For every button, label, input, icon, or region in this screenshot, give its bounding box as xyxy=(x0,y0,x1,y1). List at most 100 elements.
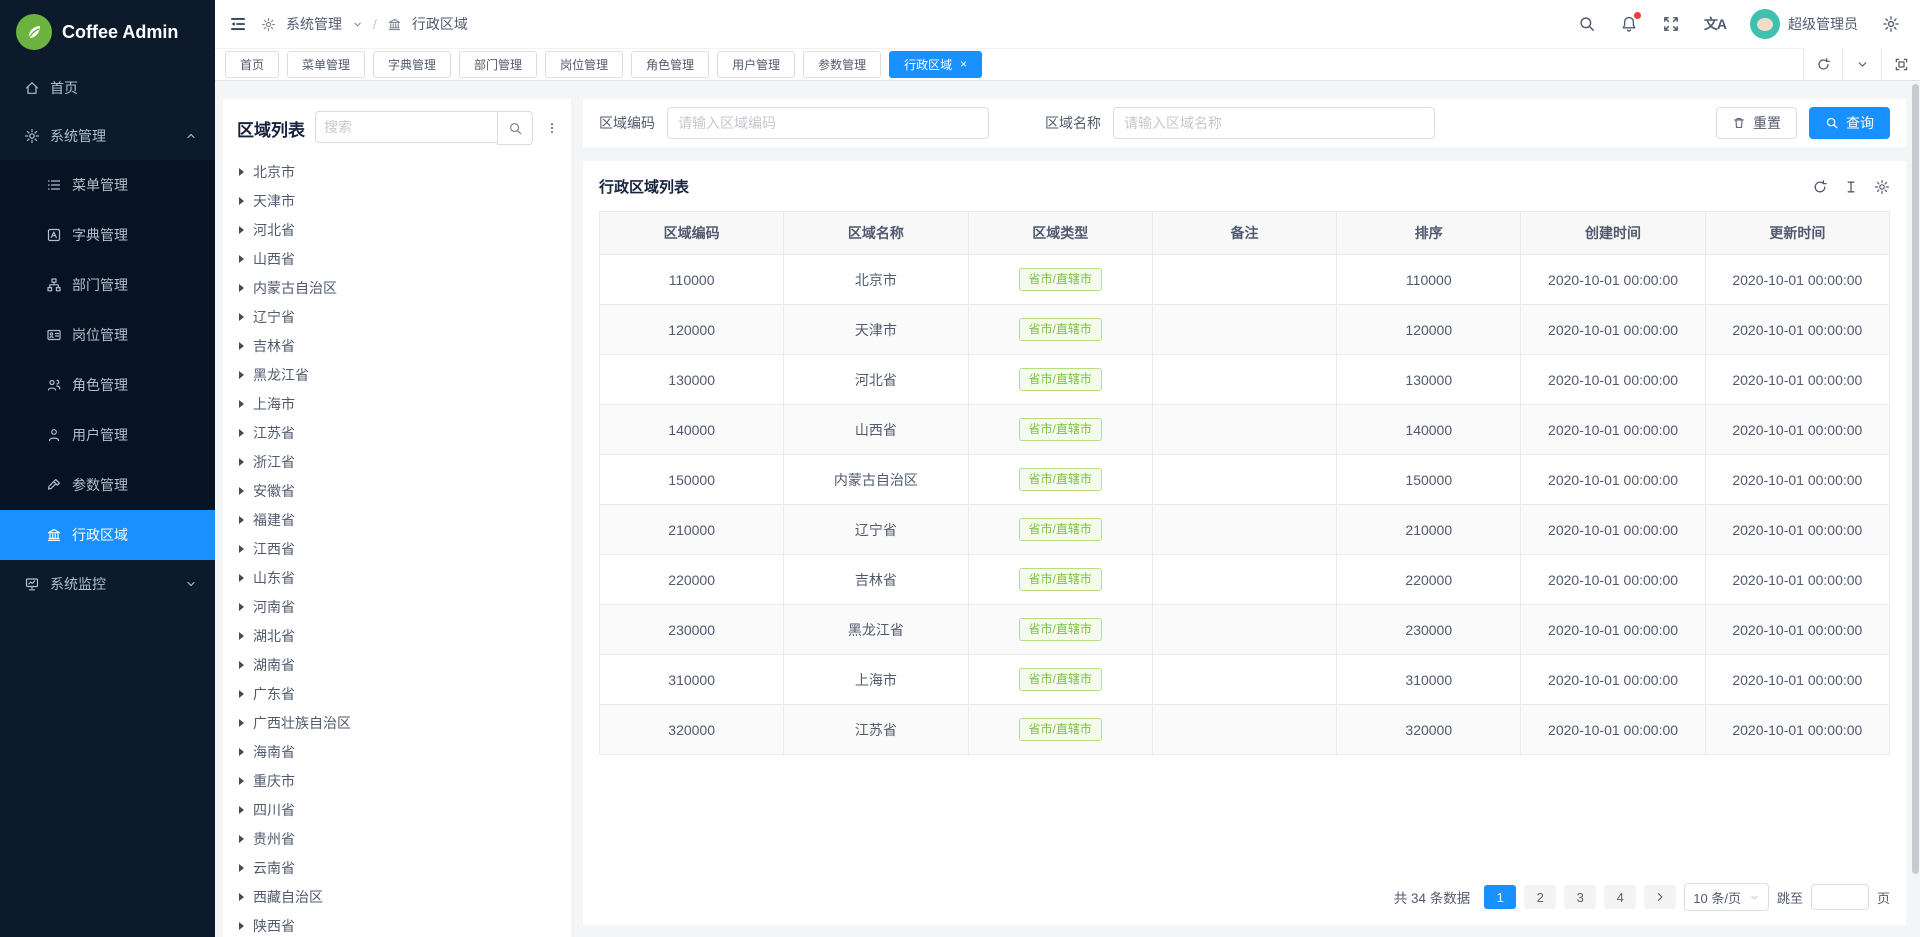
page-button-2[interactable]: 2 xyxy=(1524,885,1556,909)
expand-caret-icon[interactable] xyxy=(239,632,244,640)
expand-caret-icon[interactable] xyxy=(239,922,244,930)
tree-item[interactable]: 吉林省 xyxy=(223,331,571,360)
search-icon[interactable] xyxy=(1578,15,1596,33)
tree-item[interactable]: 江苏省 xyxy=(223,418,571,447)
sidebar-item-param[interactable]: 参数管理 xyxy=(0,460,215,510)
expand-caret-icon[interactable] xyxy=(239,487,244,495)
table-row[interactable]: 130000河北省省市/直辖市1300002020-10-01 00:00:00… xyxy=(600,355,1890,405)
table-row[interactable]: 220000吉林省省市/直辖市2200002020-10-01 00:00:00… xyxy=(600,555,1890,605)
table-row[interactable]: 120000天津市省市/直辖市1200002020-10-01 00:00:00… xyxy=(600,305,1890,355)
tree-item[interactable]: 黑龙江省 xyxy=(223,360,571,389)
tree-item[interactable]: 山西省 xyxy=(223,244,571,273)
sidebar-item-menu[interactable]: 菜单管理 xyxy=(0,160,215,210)
tab-5[interactable]: 岗位管理 xyxy=(545,51,623,78)
expand-caret-icon[interactable] xyxy=(239,400,244,408)
tree-item[interactable]: 西藏自治区 xyxy=(223,882,571,911)
next-page-button[interactable] xyxy=(1644,885,1676,909)
table-row[interactable]: 150000内蒙古自治区省市/直辖市1500002020-10-01 00:00… xyxy=(600,455,1890,505)
expand-caret-icon[interactable] xyxy=(239,255,244,263)
page-button-3[interactable]: 3 xyxy=(1564,885,1596,909)
table-row[interactable]: 230000黑龙江省省市/直辖市2300002020-10-01 00:00:0… xyxy=(600,605,1890,655)
search-button[interactable]: 查询 xyxy=(1809,107,1890,139)
tree-item[interactable]: 陕西省 xyxy=(223,911,571,937)
refresh-table-icon[interactable] xyxy=(1812,179,1828,195)
expand-caret-icon[interactable] xyxy=(239,777,244,785)
sidebar-item-dept[interactable]: 部门管理 xyxy=(0,260,215,310)
sidebar-item-user[interactable]: 用户管理 xyxy=(0,410,215,460)
expand-caret-icon[interactable] xyxy=(239,371,244,379)
notifications-bell[interactable] xyxy=(1620,15,1638,33)
expand-caret-icon[interactable] xyxy=(239,197,244,205)
tab-1[interactable]: 首页 xyxy=(225,51,279,78)
expand-caret-icon[interactable] xyxy=(239,864,244,872)
table-row[interactable]: 210000辽宁省省市/直辖市2100002020-10-01 00:00:00… xyxy=(600,505,1890,555)
expand-caret-icon[interactable] xyxy=(239,313,244,321)
table-row[interactable]: 110000北京市省市/直辖市1100002020-10-01 00:00:00… xyxy=(600,255,1890,305)
page-button-4[interactable]: 4 xyxy=(1604,885,1636,909)
tree-item[interactable]: 安徽省 xyxy=(223,476,571,505)
user-menu[interactable]: 超级管理员 xyxy=(1750,9,1858,39)
tree-item[interactable]: 河南省 xyxy=(223,592,571,621)
expand-caret-icon[interactable] xyxy=(239,342,244,350)
row-height-icon[interactable] xyxy=(1843,179,1859,195)
tree-item[interactable]: 广东省 xyxy=(223,679,571,708)
table-row[interactable]: 140000山西省省市/直辖市1400002020-10-01 00:00:00… xyxy=(600,405,1890,455)
tree-item[interactable]: 四川省 xyxy=(223,795,571,824)
expand-caret-icon[interactable] xyxy=(239,168,244,176)
tab-6[interactable]: 角色管理 xyxy=(631,51,709,78)
sidebar-item-monitor[interactable]: 系统监控 xyxy=(0,560,215,608)
tree-item[interactable]: 湖南省 xyxy=(223,650,571,679)
expand-caret-icon[interactable] xyxy=(239,458,244,466)
tab-list-chevron-icon[interactable] xyxy=(1842,48,1881,80)
tab-7[interactable]: 用户管理 xyxy=(717,51,795,78)
tree-item[interactable]: 天津市 xyxy=(223,186,571,215)
tree-search-input[interactable] xyxy=(315,111,497,143)
expand-caret-icon[interactable] xyxy=(239,574,244,582)
expand-caret-icon[interactable] xyxy=(239,893,244,901)
reset-button[interactable]: 重置 xyxy=(1716,107,1797,139)
tree-item[interactable]: 辽宁省 xyxy=(223,302,571,331)
table-row[interactable]: 310000上海市省市/直辖市3100002020-10-01 00:00:00… xyxy=(600,655,1890,705)
expand-caret-icon[interactable] xyxy=(239,748,244,756)
translate-icon[interactable]: 文A xyxy=(1704,14,1726,34)
page-scrollbar[interactable] xyxy=(1912,84,1919,874)
table-row[interactable]: 320000江苏省省市/直辖市3200002020-10-01 00:00:00… xyxy=(600,705,1890,755)
tree-item[interactable]: 广西壮族自治区 xyxy=(223,708,571,737)
maximize-content-icon[interactable] xyxy=(1881,48,1920,80)
column-settings-gear-icon[interactable] xyxy=(1874,179,1890,195)
expand-caret-icon[interactable] xyxy=(239,516,244,524)
tree-item[interactable]: 江西省 xyxy=(223,534,571,563)
name-filter-input[interactable] xyxy=(1113,107,1435,139)
expand-caret-icon[interactable] xyxy=(239,603,244,611)
tree-item[interactable]: 重庆市 xyxy=(223,766,571,795)
tree-item[interactable]: 海南省 xyxy=(223,737,571,766)
sidebar-item-system[interactable]: 系统管理 xyxy=(0,112,215,160)
close-icon[interactable]: × xyxy=(960,58,967,70)
settings-gear-icon[interactable] xyxy=(1882,15,1900,33)
tab-3[interactable]: 字典管理 xyxy=(373,51,451,78)
expand-caret-icon[interactable] xyxy=(239,429,244,437)
tree-item[interactable]: 福建省 xyxy=(223,505,571,534)
tab-4[interactable]: 部门管理 xyxy=(459,51,537,78)
expand-caret-icon[interactable] xyxy=(239,690,244,698)
tree-item[interactable]: 云南省 xyxy=(223,853,571,882)
tree-search-button[interactable] xyxy=(497,111,533,145)
tab-2[interactable]: 菜单管理 xyxy=(287,51,365,78)
expand-caret-icon[interactable] xyxy=(239,226,244,234)
expand-caret-icon[interactable] xyxy=(239,719,244,727)
tree-item[interactable]: 湖北省 xyxy=(223,621,571,650)
tab-9[interactable]: 行政区域× xyxy=(889,51,982,78)
sidebar-item-dict[interactable]: 字典管理 xyxy=(0,210,215,260)
jump-page-input[interactable] xyxy=(1811,884,1869,910)
tree-item[interactable]: 上海市 xyxy=(223,389,571,418)
sidebar-item-role[interactable]: 角色管理 xyxy=(0,360,215,410)
tree-item[interactable]: 山东省 xyxy=(223,563,571,592)
expand-caret-icon[interactable] xyxy=(239,661,244,669)
tree-item[interactable]: 浙江省 xyxy=(223,447,571,476)
page-button-1[interactable]: 1 xyxy=(1484,885,1516,909)
collapse-sidebar-icon[interactable] xyxy=(229,15,247,33)
expand-caret-icon[interactable] xyxy=(239,806,244,814)
tree-more-menu-icon[interactable] xyxy=(543,120,561,136)
refresh-tab-icon[interactable] xyxy=(1803,48,1842,80)
tree-item[interactable]: 贵州省 xyxy=(223,824,571,853)
